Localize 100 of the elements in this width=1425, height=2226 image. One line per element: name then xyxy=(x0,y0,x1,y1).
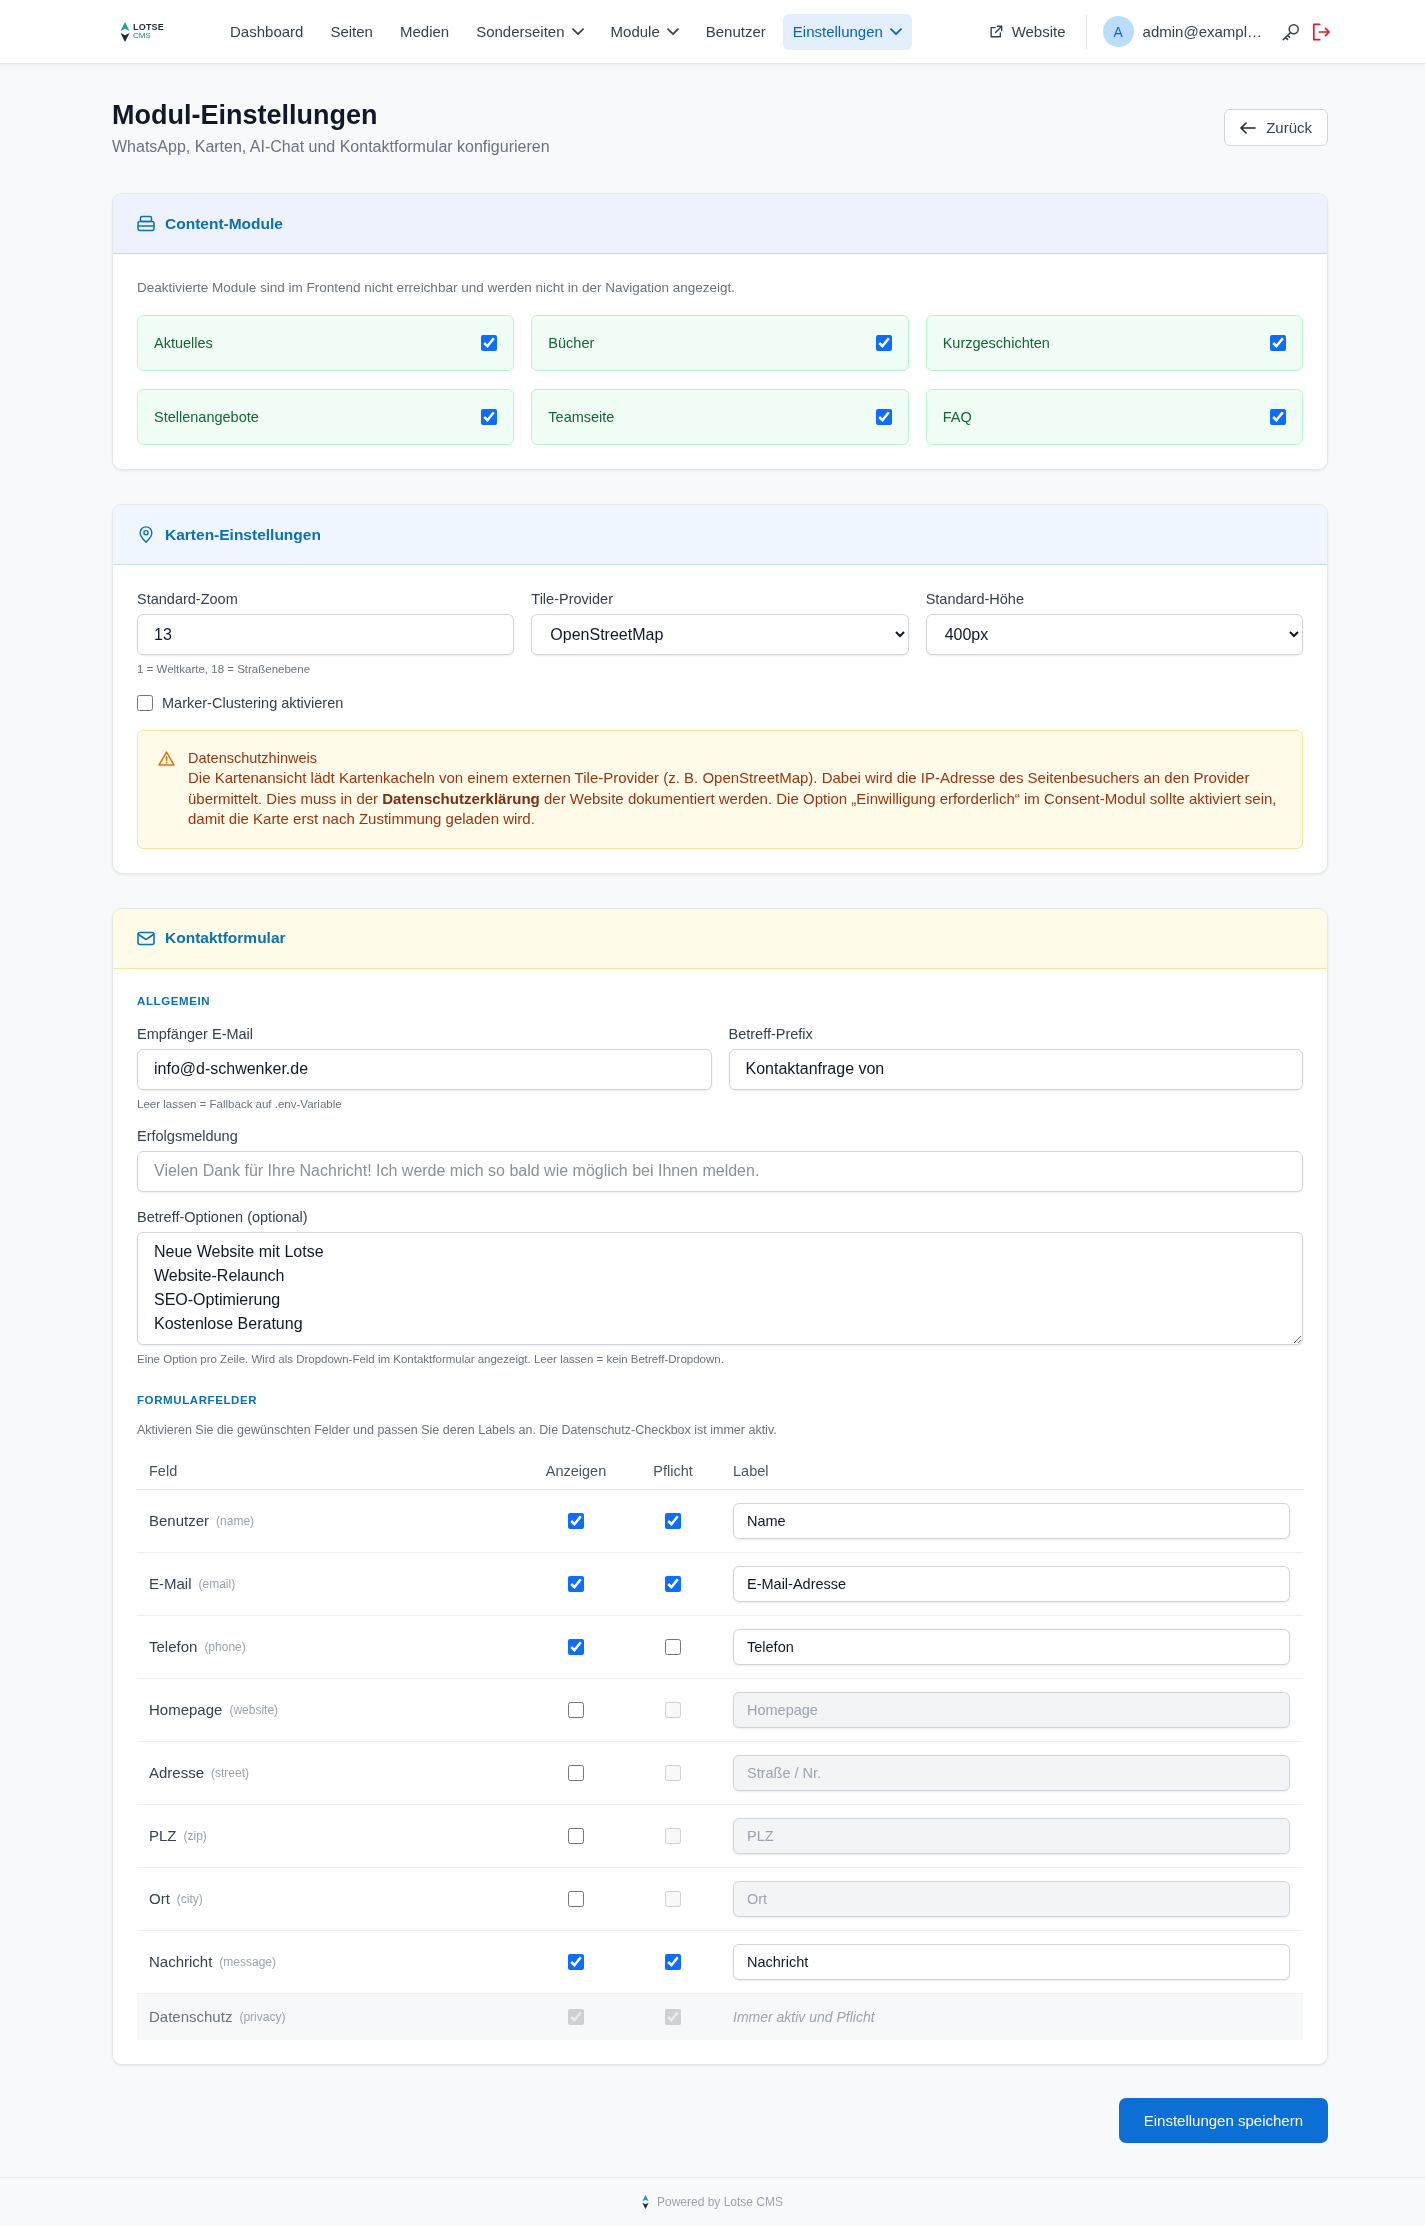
column-header: Label xyxy=(733,1463,769,1479)
field-label: Empfänger E-Mail xyxy=(137,1024,255,1044)
section-heading: FORMULARFELDER xyxy=(137,1392,259,1408)
field-label: Betreff-Prefix xyxy=(728,1024,814,1044)
website-link[interactable]: Website xyxy=(988,23,1066,40)
field-key: (name) xyxy=(216,1513,255,1528)
field-hint: Eine Option pro Zeile. Wird als Dropdown-Feld im Kontaktformular angezeigt. Leer lassen = kein Betreff-Dropdown. xyxy=(137,1351,725,1366)
select-field[interactable]: 400px xyxy=(925,614,1303,655)
show-checkbox[interactable] xyxy=(568,1638,584,1655)
field-name: Adresse xyxy=(149,1764,205,1781)
module-label: Teamseite xyxy=(548,409,615,425)
field-key: (email) xyxy=(198,1576,236,1591)
logo-icon xyxy=(641,2195,649,2209)
field-name: Benutzer xyxy=(149,1512,210,1529)
module-checkbox[interactable] xyxy=(1270,335,1286,351)
arrow-left-icon xyxy=(1240,121,1257,134)
field-name: Homepage xyxy=(149,1701,223,1718)
field-key: (city) xyxy=(176,1891,203,1906)
required-checkbox[interactable] xyxy=(665,1512,681,1529)
notice-title: Datenschutzhinweis xyxy=(188,749,318,768)
text-input[interactable]: Vielen Dank für Ihre Nachricht! Ich werde mich so bald wie möglich bei Ihnen melden. xyxy=(137,1150,1303,1192)
page-subtitle: WhatsApp, Karten, AI-Chat und Kontaktformular konfigurieren xyxy=(112,137,550,157)
logo-subtext: CMS xyxy=(133,32,152,40)
show-checkbox[interactable] xyxy=(568,1827,584,1844)
column-header: Anzeigen xyxy=(545,1463,607,1479)
module-checkbox[interactable] xyxy=(481,409,498,425)
module-label: FAQ xyxy=(942,409,972,425)
warning-icon xyxy=(158,751,175,766)
logo-text: LOTSE xyxy=(133,23,164,32)
select-field[interactable]: OpenStreetMap xyxy=(531,614,909,655)
field-name: Nachricht xyxy=(149,1953,213,1970)
envelope-icon xyxy=(137,929,155,947)
show-checkbox[interactable] xyxy=(568,1512,584,1529)
nav-item[interactable]: Dashboard xyxy=(220,13,314,50)
module-checkbox[interactable] xyxy=(875,409,892,425)
field-key: (privacy) xyxy=(239,2009,286,2024)
show-checkbox[interactable] xyxy=(568,1953,584,1970)
save-button[interactable]: Einstellungen speichern xyxy=(1118,2097,1328,2143)
field-hint: 1 = Weltkarte, 18 = Straßenebene xyxy=(137,662,312,676)
card-title: Content-Module xyxy=(165,214,283,233)
checkbox-label: Marker-Clustering aktivieren xyxy=(162,695,344,711)
section-heading: ALLGEMEIN xyxy=(137,993,212,1009)
field-name: E-Mail xyxy=(149,1575,192,1592)
show-checkbox[interactable] xyxy=(568,1764,584,1781)
label-input[interactable]: Name xyxy=(733,1502,1290,1539)
nav-item[interactable]: Benutzer xyxy=(695,13,776,50)
text-input[interactable]: 13 xyxy=(137,614,515,655)
back-button[interactable]: Zurück xyxy=(1224,109,1328,146)
key-icon[interactable] xyxy=(1282,22,1300,41)
field-label: Standard-Höhe xyxy=(925,590,1025,609)
fixed-note: Immer aktiv und Pflicht xyxy=(733,2008,875,2025)
module-checkbox[interactable] xyxy=(1270,409,1286,425)
column-header: Feld xyxy=(149,1463,178,1479)
field-hint: Leer lassen = Fallback auf .env-Variable xyxy=(137,1096,343,1111)
nav-item[interactable]: Sonderseiten xyxy=(466,13,594,50)
module-checkbox[interactable] xyxy=(875,335,892,351)
field-name: Ort xyxy=(149,1890,170,1907)
field-label: Betreff-Optionen (optional) xyxy=(137,1207,309,1227)
text-input[interactable]: info@d-schwenker.de xyxy=(137,1048,712,1090)
required-checkbox[interactable] xyxy=(665,1638,681,1655)
textarea-field[interactable]: Neue Website mit Lotse Website-Relaunch SEO-Optimierung Kostenlose Beratung xyxy=(137,1231,1303,1345)
field-key: (phone) xyxy=(204,1639,246,1654)
nav-item[interactable]: Seiten xyxy=(320,13,383,50)
show-checkbox[interactable] xyxy=(568,1890,584,1907)
map-pin-icon xyxy=(137,526,155,543)
box-icon xyxy=(137,215,155,232)
field-name: PLZ xyxy=(149,1827,177,1844)
field-key: (website) xyxy=(229,1702,279,1717)
notice-text: Die Kartenansicht lädt Kartenkacheln von einem externen Tile-Provider (z. B. OpenStreetMap). Dabei wird die IP-Adresse des Seitenbesuchers an den Provider übermittelt. Dies muss in der Datenschutzerklärung der Website dokumentiert werden. Die Option „Einwilligung erforderlich“ im Consent-Modul sollte aktiviert sein, damit die Karte erst nach Zustimmung geladen wird. xyxy=(188,768,1278,829)
module-label: Kurzgeschichten xyxy=(942,335,1050,351)
label-input[interactable]: Telefon xyxy=(733,1628,1290,1665)
label-input[interactable]: E-Mail-Adresse xyxy=(733,1565,1290,1602)
field-name: Datenschutz xyxy=(149,2008,233,2025)
show-checkbox[interactable] xyxy=(568,1575,584,1592)
module-checkbox[interactable] xyxy=(481,335,498,351)
show-checkbox[interactable] xyxy=(568,1701,584,1718)
module-label: Aktuelles xyxy=(154,335,213,351)
field-key: (zip) xyxy=(183,1828,207,1843)
external-link-icon xyxy=(988,24,1003,39)
column-header: Pflicht xyxy=(653,1463,693,1479)
card-title: Kontaktformular xyxy=(165,929,286,947)
card-title: Karten-Einstellungen xyxy=(165,525,321,544)
nav-item[interactable]: Module xyxy=(600,13,689,50)
user-email: admin@exampl… xyxy=(1142,23,1262,40)
required-checkbox[interactable] xyxy=(665,1953,681,1970)
section-description: Deaktivierte Module sind im Frontend nicht erreichbar und werden nicht in der Navigation angezeigt. xyxy=(137,279,737,297)
nav-item[interactable]: Medien xyxy=(389,13,460,50)
label-input[interactable]: Nachricht xyxy=(733,1943,1290,1980)
section-description: Aktivieren Sie die gewünschten Felder und passen Sie deren Labels an. Die Datenschutz-Checkbox ist immer aktiv. xyxy=(137,1421,778,1439)
clustering-checkbox[interactable] xyxy=(137,695,153,711)
footer-text: Powered by Lotse CMS xyxy=(656,2195,784,2209)
field-key: (street) xyxy=(211,1765,250,1780)
text-input[interactable]: Kontaktanfrage von xyxy=(728,1048,1303,1090)
logout-icon[interactable] xyxy=(1312,22,1330,41)
nav-item[interactable]: Einstellungen xyxy=(782,13,912,50)
field-key: (message) xyxy=(219,1954,277,1969)
field-label: Standard-Zoom xyxy=(137,590,239,609)
required-checkbox[interactable] xyxy=(665,1575,681,1592)
logo-icon xyxy=(120,21,130,42)
field-name: Telefon xyxy=(149,1638,198,1655)
